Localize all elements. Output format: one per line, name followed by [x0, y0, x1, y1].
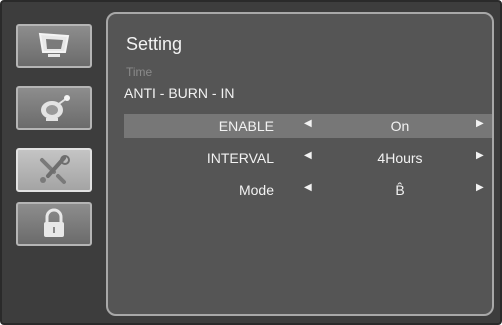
- section-heading: ANTI - BURN - IN: [124, 85, 235, 101]
- submenu-time[interactable]: Time: [126, 65, 152, 79]
- right-arrow-icon[interactable]: ▶: [476, 118, 484, 129]
- lock-icon: [44, 208, 64, 237]
- setting-row-enable[interactable]: ENABLE ◀ On ▶: [124, 114, 492, 138]
- interval-label: INTERVAL: [206, 150, 274, 166]
- settings-panel: Setting Time ANTI - BURN - IN ENABLE ◀ O…: [106, 12, 494, 316]
- satellite-dish-icon: [41, 95, 70, 121]
- monitor-icon: [38, 32, 70, 57]
- left-arrow-icon[interactable]: ◀: [304, 182, 312, 193]
- left-arrow-icon[interactable]: ◀: [304, 150, 312, 161]
- enable-value: On: [390, 118, 410, 134]
- page-title: Setting: [126, 34, 183, 54]
- sidebar: [12, 14, 96, 314]
- setting-row-mode[interactable]: Mode ◀ B̂ ▶: [124, 178, 492, 202]
- sidebar-item-channel[interactable]: [16, 86, 92, 130]
- right-arrow-icon[interactable]: ▶: [476, 150, 484, 161]
- osd-menu: Setting Time ANTI - BURN - IN ENABLE ◀ O…: [0, 0, 502, 325]
- mode-value: B̂: [395, 182, 405, 198]
- sidebar-item-lock[interactable]: [16, 202, 92, 246]
- interval-value: 4Hours: [377, 150, 423, 166]
- left-arrow-icon[interactable]: ◀: [304, 118, 312, 129]
- sidebar-item-picture[interactable]: [16, 24, 92, 68]
- right-arrow-icon[interactable]: ▶: [476, 182, 484, 193]
- sidebar-item-setting[interactable]: [16, 148, 92, 192]
- tools-icon: [40, 155, 70, 184]
- setting-row-interval[interactable]: INTERVAL ◀ 4Hours ▶: [124, 146, 492, 170]
- mode-label: Mode: [238, 182, 274, 198]
- enable-label: ENABLE: [218, 118, 274, 134]
